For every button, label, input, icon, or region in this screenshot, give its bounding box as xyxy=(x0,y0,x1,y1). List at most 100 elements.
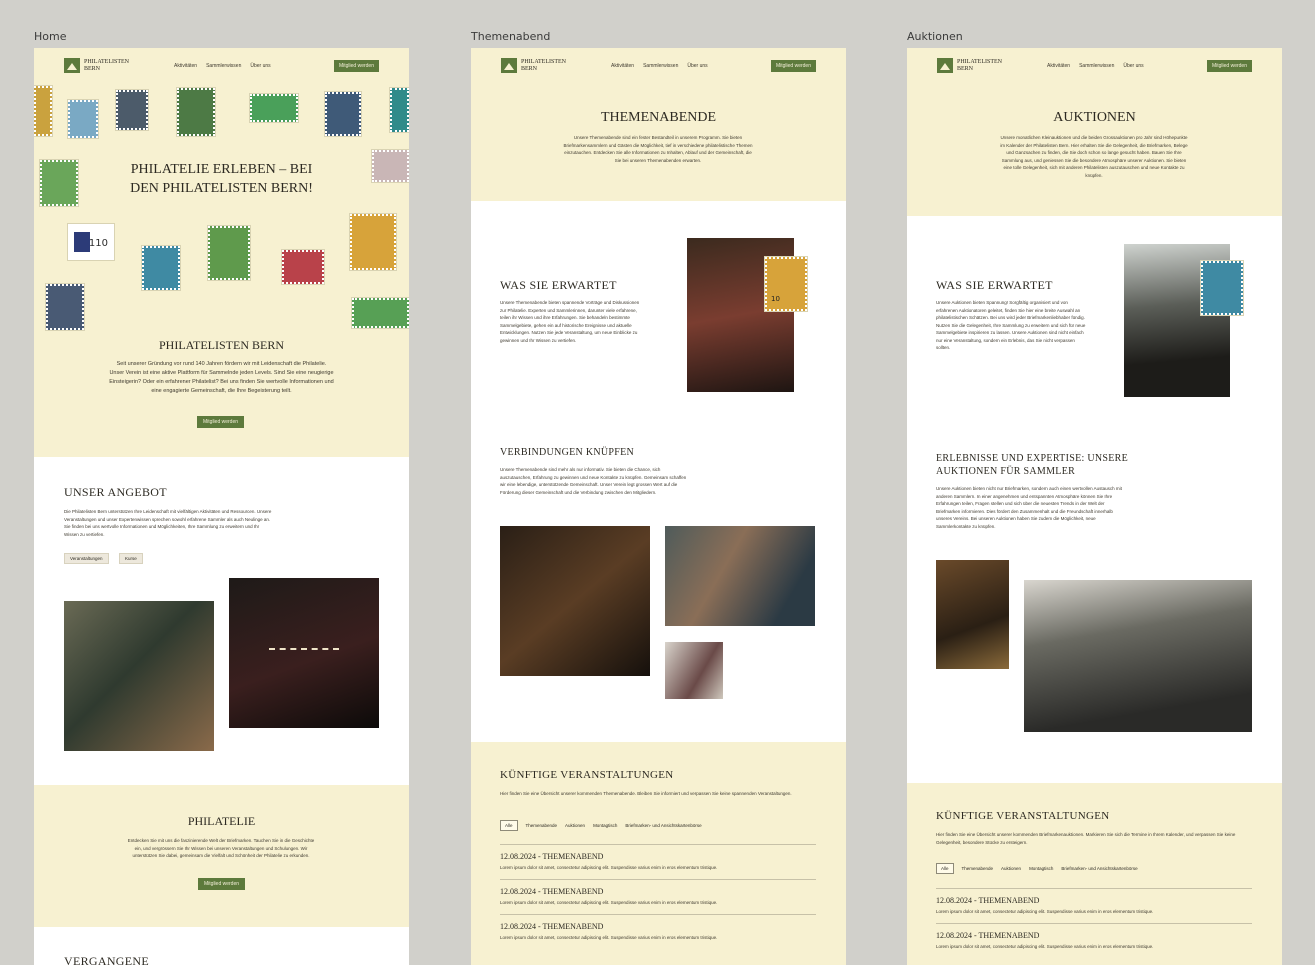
nav-link-aktivitaeten[interactable]: Aktivitäten xyxy=(174,63,197,69)
philatelie-member-button[interactable]: Mitglied werden xyxy=(198,878,246,890)
logo-line1: PHILATELISTEN xyxy=(84,58,129,65)
offer-title: UNSER ANGEBOT xyxy=(64,485,167,499)
nav-links: Aktivitäten Sammlerwissen Über uns xyxy=(174,63,271,69)
tab-montagtisch[interactable]: Montagtisch xyxy=(593,823,617,828)
themenabend-title: THEMENABENDE xyxy=(600,110,717,125)
tab-auktionen[interactable]: Auktionen xyxy=(1001,866,1021,871)
event-title: 12.08.2024 - THEMENABEND xyxy=(500,852,604,861)
logo[interactable]: PHILATELISTEN BERN xyxy=(501,58,566,73)
stamp-image xyxy=(177,88,215,136)
home-hero-title: PHILATELIE ERLEBEN – BEI DEN PHILATELIST… xyxy=(130,162,313,196)
event-desc: Lorem ipsum dolor sit amet, consectetur … xyxy=(936,944,1154,949)
tab-alle[interactable]: Alle xyxy=(500,820,518,831)
nav-link-sammlerwissen[interactable]: Sammlerwissen xyxy=(643,63,678,69)
pill-veranstaltungen[interactable]: Veranstaltungen xyxy=(64,553,109,564)
event-item[interactable]: 12.08.2024 - THEMENABEND Lorem ipsum dolo… xyxy=(936,888,1252,914)
expect-text: Unsere Themenabende bieten spannende Vor… xyxy=(500,300,640,343)
stamp-image xyxy=(372,150,409,182)
photo-stamp-wall xyxy=(665,642,723,699)
logo[interactable]: PHILATELISTEN BERN xyxy=(937,58,1002,73)
event-item[interactable]: 12.08.2024 - THEMENABEND Lorem ipsum dolo… xyxy=(500,879,816,905)
logo-line2: BERN xyxy=(957,65,974,72)
home-member-button[interactable]: Mitglied werden xyxy=(197,416,245,428)
nav-links: Aktivitäten Sammlerwissen Über uns xyxy=(1047,63,1144,69)
event-item[interactable]: 12.08.2024 - THEMENABEND Lorem ipsum dolo… xyxy=(500,914,816,940)
stamp-image xyxy=(350,214,396,270)
logo[interactable]: PHILATELISTEN BERN xyxy=(64,58,129,73)
event-filter-tabs: Alle Themenabende Auktionen Montagtisch … xyxy=(500,820,702,831)
offer-text: Die Philatelisten Bern unterstützen Ihre… xyxy=(64,509,272,537)
past-title: VERGANGENE xyxy=(64,954,149,965)
event-title: 12.08.2024 - THEMENABEND xyxy=(500,922,604,931)
nav-link-ueber-uns[interactable]: Über uns xyxy=(687,63,707,69)
auktionen-events: KÜNFTIGE VERANSTALTUNGEN Hier finden Sie… xyxy=(907,783,1282,965)
nav-link-ueber-uns[interactable]: Über uns xyxy=(1123,63,1143,69)
event-item[interactable]: 12.08.2024 - THEMENABEND Lorem ipsum dolo… xyxy=(936,923,1252,949)
nav-member-button[interactable]: Mitglied werden xyxy=(770,60,816,72)
offer-pills: Veranstaltungen Kurse xyxy=(64,547,149,565)
event-title: 12.08.2024 - THEMENABEND xyxy=(936,896,1040,905)
nav-link-sammlerwissen[interactable]: Sammlerwissen xyxy=(206,63,241,69)
themenabend-hero-text: Unsere Themenabende sind ein fester Best… xyxy=(563,135,753,163)
home-hero: PHILATELISTEN BERN Aktivitäten Sammlerwis… xyxy=(34,48,409,457)
stamp-value: 110 xyxy=(88,238,108,249)
tab-boerse[interactable]: Briefmarken- und Ansichtskartenbörse xyxy=(1061,866,1137,871)
logo-line1: PHILATELISTEN xyxy=(521,58,566,65)
stamp-image xyxy=(68,100,98,138)
themenabend-frame: PHILATELISTEN BERN Aktivitäten Sammlerwis… xyxy=(471,48,846,965)
stamp-image xyxy=(208,226,250,280)
stamp-value: 10 xyxy=(771,295,780,303)
themenabend-events: KÜNFTIGE VERANSTALTUNGEN Hier finden Sie… xyxy=(471,742,846,965)
expect-title: WAS SIE ERWARTET xyxy=(936,278,1053,292)
stamp-image xyxy=(282,250,324,284)
nav-link-aktivitaeten[interactable]: Aktivitäten xyxy=(1047,63,1070,69)
auktionen-hero-text: Unsere monatlichen Kleinauktionen und di… xyxy=(1000,135,1188,178)
tab-themenabende[interactable]: Themenabende xyxy=(962,866,994,871)
photo-lecture-room xyxy=(500,526,650,676)
nav-links: Aktivitäten Sammlerwissen Über uns xyxy=(611,63,708,69)
event-filter-tabs: Alle Themenabende Auktionen Montagtisch … xyxy=(936,863,1138,874)
nav-link-ueber-uns[interactable]: Über uns xyxy=(250,63,270,69)
event-list: 12.08.2024 - THEMENABEND Lorem ipsum dolo… xyxy=(936,888,1252,958)
nav-link-sammlerwissen[interactable]: Sammlerwissen xyxy=(1079,63,1114,69)
event-title: 12.08.2024 - THEMENABEND xyxy=(500,887,604,896)
stamp-image: 10 xyxy=(765,257,807,311)
event-item[interactable]: 12.08.2024 - THEMENABEND Lorem ipsum dolo… xyxy=(500,844,816,870)
connect-text: Unsere Themenabende sind mehr als nur in… xyxy=(500,467,687,495)
event-title: 12.08.2024 - THEMENABEND xyxy=(936,931,1040,940)
tab-auktionen[interactable]: Auktionen xyxy=(565,823,585,828)
frame-label-auktionen: Auktionen xyxy=(907,30,963,43)
stamp-image xyxy=(116,90,148,130)
nav-member-button[interactable]: Mitglied werden xyxy=(333,60,379,72)
photo-stamps-table xyxy=(229,578,379,728)
logo-line2: BERN xyxy=(521,65,538,72)
stamp-image xyxy=(46,284,84,330)
nav-member-button[interactable]: Mitglied werden xyxy=(1206,60,1252,72)
philatelie-section: PHILATELIE Entdecken Sie mit uns die fas… xyxy=(34,785,409,927)
tab-montagtisch[interactable]: Montagtisch xyxy=(1029,866,1053,871)
tab-themenabende[interactable]: Themenabende xyxy=(526,823,558,828)
tab-alle[interactable]: Alle xyxy=(936,863,954,874)
expect-title: WAS SIE ERWARTET xyxy=(500,278,617,292)
auktionen-hero: PHILATELISTEN BERN Aktivitäten Sammlerwis… xyxy=(907,48,1282,216)
home-intro-title: PHILATELISTEN BERN xyxy=(159,338,284,352)
expect-text: Unsere Auktionen bieten Spannung! Sorgfä… xyxy=(936,300,1086,350)
logo-mountain-icon xyxy=(64,58,80,73)
pill-kurse[interactable]: Kurse xyxy=(118,553,143,564)
event-list: 12.08.2024 - THEMENABEND Lorem ipsum dolo… xyxy=(500,844,816,949)
home-intro-text: Seit unserer Gründung vor rund 140 Jahre… xyxy=(109,361,334,394)
stamp-image xyxy=(352,298,409,328)
event-desc: Lorem ipsum dolor sit amet, consectetur … xyxy=(500,900,718,905)
events-title: KÜNFTIGE VERANSTALTUNGEN xyxy=(500,769,674,781)
expertise-title: ERLEBNISSE UND EXPERTISE: UNSERE AUKTION… xyxy=(936,453,1129,477)
stamp-image xyxy=(142,246,180,290)
connect-title: VERBINDUNGEN KNÜPFEN xyxy=(500,447,635,458)
photo-cafe-gathering xyxy=(64,601,214,751)
event-desc: Lorem ipsum dolor sit amet, consectetur … xyxy=(500,935,718,940)
nav-link-aktivitaeten[interactable]: Aktivitäten xyxy=(611,63,634,69)
event-desc: Lorem ipsum dolor sit amet, consectetur … xyxy=(500,865,718,870)
logo-line2: BERN xyxy=(84,65,101,72)
tab-boerse[interactable]: Briefmarken- und Ansichtskartenbörse xyxy=(625,823,701,828)
logo-mountain-icon xyxy=(937,58,953,73)
photo-audience xyxy=(1024,580,1252,732)
